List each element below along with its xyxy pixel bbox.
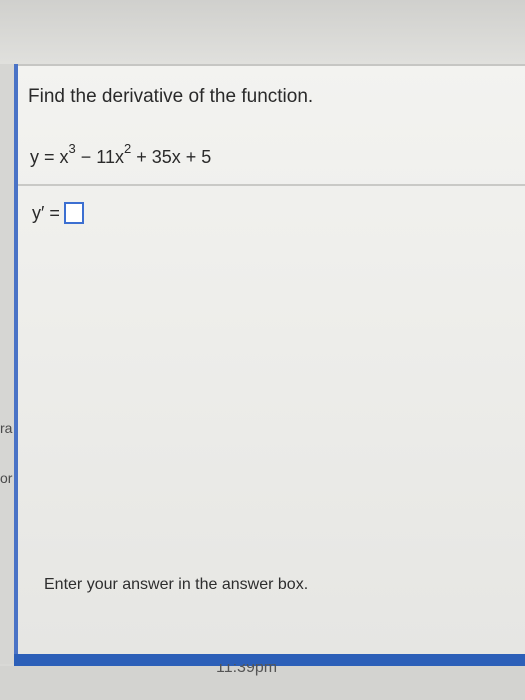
answer-label: y′ = <box>32 202 60 223</box>
top-background <box>0 0 525 64</box>
answer-row: y′ = <box>32 202 84 224</box>
left-background-strip: ra or <box>0 64 14 664</box>
function-equation: y = x3 − 11x2 + 35x + 5 <box>30 141 212 168</box>
equation-remaining-terms: + 35x + 5 <box>131 147 212 167</box>
section-divider <box>18 184 525 186</box>
clock-fragment: 11:39pm <box>216 664 278 676</box>
question-panel: Find the derivative of the function. y =… <box>14 64 525 654</box>
equation-lhs: y = x <box>30 147 69 167</box>
answer-instruction: Enter your answer in the answer box. <box>44 576 309 593</box>
equation-exponent-3: 3 <box>68 141 76 156</box>
left-fragment-text: or <box>0 470 13 486</box>
equation-exponent-2: 2 <box>123 141 132 156</box>
panel-top-divider <box>18 64 525 66</box>
equation-middle-term: − 11x <box>75 147 124 167</box>
answer-input-box[interactable] <box>63 202 84 224</box>
left-fragment-text: ra <box>0 420 13 436</box>
question-prompt: Find the derivative of the function. <box>28 86 314 107</box>
